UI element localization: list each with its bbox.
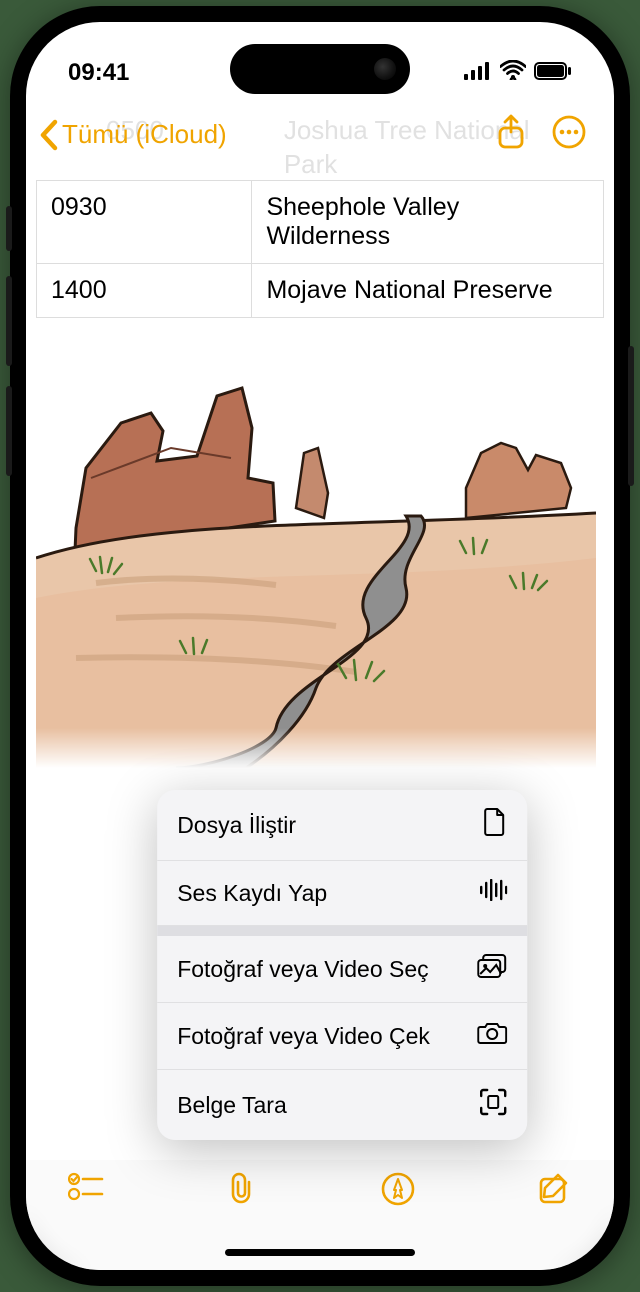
cell-time[interactable]: 0930 (37, 181, 252, 264)
cell-place[interactable]: Mojave National Preserve (252, 264, 604, 318)
back-button[interactable]: Tümü (iCloud) (38, 119, 227, 151)
desert-sketch (36, 348, 604, 773)
attachment-menu: Dosya İliştir Ses Kaydı Yap Fotoğraf vey… (157, 790, 527, 1140)
nav-bar: Tümü (iCloud) (26, 100, 614, 165)
back-label: Tümü (iCloud) (62, 119, 227, 150)
scan-icon (479, 1088, 507, 1122)
menu-label: Belge Tara (177, 1092, 287, 1119)
status-time: 09:41 (68, 59, 129, 87)
cell-time[interactable]: 1400 (37, 264, 252, 318)
share-button[interactable] (496, 114, 526, 155)
compose-button[interactable] (538, 1172, 572, 1211)
cellular-icon (464, 59, 492, 87)
wifi-icon (500, 59, 526, 87)
power-button[interactable] (628, 346, 634, 486)
home-indicator[interactable] (225, 1249, 415, 1256)
menu-take-photo-video[interactable]: Fotoğraf veya Video Çek (157, 1003, 527, 1070)
checklist-button[interactable] (68, 1172, 104, 1207)
waveform-icon (479, 879, 507, 907)
mute-switch[interactable] (6, 206, 12, 251)
chevron-left-icon (38, 119, 60, 151)
more-button[interactable] (552, 115, 586, 154)
dynamic-island (230, 44, 410, 94)
gallery-icon (477, 954, 507, 984)
table-row[interactable]: 0930 Sheephole Valley Wilderness (37, 181, 604, 264)
schedule-table[interactable]: 0930 Sheephole Valley Wilderness 1400 Mo… (36, 180, 604, 318)
menu-label: Fotoğraf veya Video Seç (177, 956, 428, 983)
cell-place[interactable]: Sheephole Valley Wilderness (252, 181, 604, 264)
menu-label: Dosya İliştir (177, 812, 296, 839)
camera-icon (477, 1021, 507, 1051)
menu-scan-document[interactable]: Belge Tara (157, 1070, 527, 1140)
volume-up-button[interactable] (6, 276, 12, 366)
phone-frame: 09:41 Tümü (iCloud) (10, 6, 630, 1286)
menu-label: Ses Kaydı Yap (177, 880, 327, 907)
menu-record-audio[interactable]: Ses Kaydı Yap (157, 861, 527, 926)
battery-icon (534, 59, 572, 87)
menu-divider (157, 926, 527, 936)
menu-label: Fotoğraf veya Video Çek (177, 1023, 430, 1050)
document-icon (483, 808, 507, 842)
table-row[interactable]: 1400 Mojave National Preserve (37, 264, 604, 318)
volume-down-button[interactable] (6, 386, 12, 476)
menu-choose-photo-video[interactable]: Fotoğraf veya Video Seç (157, 936, 527, 1003)
markup-button[interactable] (381, 1172, 415, 1211)
screen: 09:41 Tümü (iCloud) (26, 22, 614, 1270)
menu-attach-file[interactable]: Dosya İliştir (157, 790, 527, 861)
attachment-button[interactable] (227, 1172, 257, 1211)
